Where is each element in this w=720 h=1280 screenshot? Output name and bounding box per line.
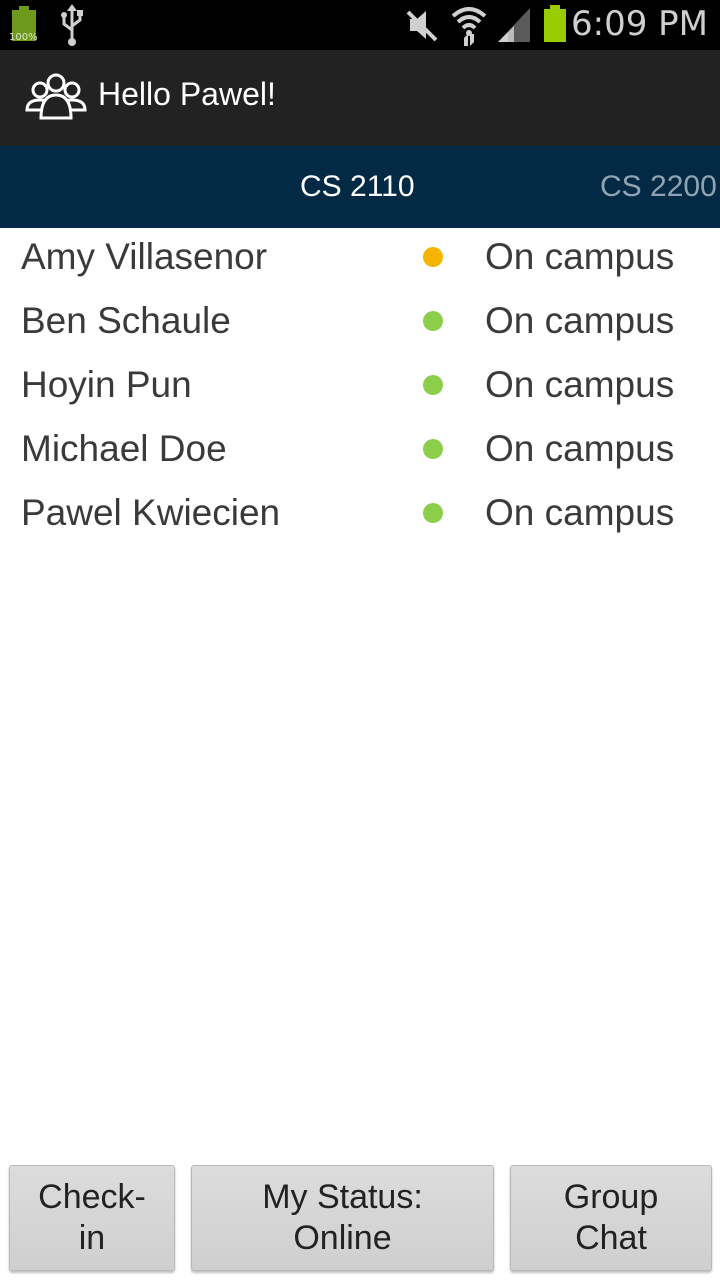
member-location: On campus (485, 364, 675, 405)
group-chat-label-line2: Chat (575, 1219, 647, 1257)
member-location: On campus (485, 236, 675, 277)
group-chat-label-line1: Group (563, 1178, 659, 1216)
member-name: Michael Doe (21, 428, 227, 469)
list-item[interactable]: Michael Doe On campus (0, 420, 720, 484)
status-dot (423, 439, 443, 459)
my-status-label-line2: Online (293, 1219, 392, 1257)
wifi-icon (451, 7, 487, 46)
app-title: Hello Pawel! (98, 76, 276, 112)
member-name: Pawel Kwiecien (21, 492, 281, 533)
member-location: On campus (485, 492, 675, 533)
clock: 6:09 PM (571, 4, 708, 44)
my-status-button[interactable]: My Status: Online (191, 1165, 494, 1271)
member-list: Amy Villasenor On campus Ben Schaule On … (0, 228, 720, 548)
usb-icon (61, 4, 83, 46)
tab-cs2110[interactable]: CS 2110 (300, 170, 415, 204)
status-dot (423, 311, 443, 331)
mute-icon (406, 10, 438, 42)
status-dot (423, 375, 443, 395)
list-item[interactable]: Pawel Kwiecien On campus (0, 484, 720, 548)
group-chat-button[interactable]: Group Chat (510, 1165, 712, 1271)
status-dot (423, 503, 443, 523)
check-in-label-line2: in (78, 1219, 106, 1257)
status-bar: 100% 6:09 PM (0, 0, 720, 50)
tab-strip: CS 2110 CS 2200 (0, 146, 720, 228)
check-in-button[interactable]: Check- in (9, 1165, 175, 1271)
signal-icon (498, 8, 530, 42)
list-item[interactable]: Amy Villasenor On campus (0, 228, 720, 292)
status-dot (423, 247, 443, 267)
battery-icon (544, 5, 566, 42)
check-in-label-line1: Check- (38, 1178, 146, 1216)
member-location: On campus (485, 300, 675, 341)
my-status-label-line1: My Status: (262, 1178, 423, 1216)
member-name: Ben Schaule (21, 300, 231, 341)
member-location: On campus (485, 428, 675, 469)
tab-cs2200[interactable]: CS 2200 (600, 170, 717, 204)
battery-percent-label: 100% (9, 32, 38, 43)
list-item[interactable]: Ben Schaule On campus (0, 292, 720, 356)
member-name: Hoyin Pun (21, 364, 192, 405)
group-icon[interactable] (24, 72, 88, 124)
list-item[interactable]: Hoyin Pun On campus (0, 356, 720, 420)
member-name: Amy Villasenor (21, 236, 268, 277)
action-bar: Hello Pawel! (0, 50, 720, 146)
